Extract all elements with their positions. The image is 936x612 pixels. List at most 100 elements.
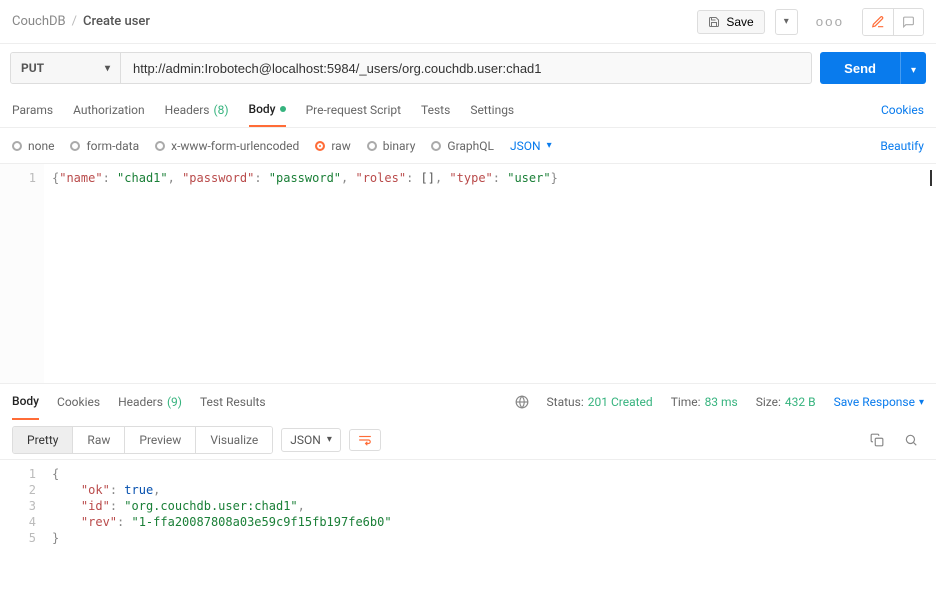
view-raw[interactable]: Raw xyxy=(72,427,124,453)
label: GraphQL xyxy=(447,139,494,153)
send-button[interactable]: Send xyxy=(820,52,900,84)
search-button[interactable] xyxy=(898,429,924,451)
chevron-down-icon: ▾ xyxy=(911,65,916,76)
save-caret-button[interactable]: ▾ xyxy=(775,9,798,35)
chevron-down-icon: ▾ xyxy=(327,434,332,445)
status-value: 201 Created xyxy=(588,395,653,409)
response-toolbar: Pretty Raw Preview Visualize JSON ▾ xyxy=(0,420,936,460)
body-type-none[interactable]: none xyxy=(12,139,54,153)
response-gutter: 12345 xyxy=(0,460,44,580)
response-body-viewer[interactable]: 12345 { "ok": true, "id": "org.couchdb.u… xyxy=(0,460,936,580)
breadcrumb-root[interactable]: CouchDB xyxy=(12,14,66,29)
resp-tab-headers[interactable]: Headers (9) xyxy=(118,384,182,420)
top-actions: Save ▾ ooo xyxy=(697,8,924,36)
cookies-link[interactable]: Cookies xyxy=(881,103,924,117)
breadcrumb: CouchDB / Create user xyxy=(12,14,150,29)
radio-icon xyxy=(367,141,377,151)
resp-tab-tests[interactable]: Test Results xyxy=(200,384,266,420)
chevron-down-icon: ▾ xyxy=(919,397,924,408)
view-tabs: Pretty Raw Preview Visualize xyxy=(12,426,273,454)
time-value: 83 ms xyxy=(705,395,738,409)
editor-code[interactable]: {"name": "chad1", "password": "password"… xyxy=(44,164,936,383)
body-type-binary[interactable]: binary xyxy=(367,139,416,153)
label: binary xyxy=(383,139,416,153)
radio-icon xyxy=(315,141,325,151)
tab-params[interactable]: Params xyxy=(12,92,53,127)
edit-button[interactable] xyxy=(863,9,893,35)
label: Save Response xyxy=(834,395,915,409)
headers-count: (8) xyxy=(214,103,229,117)
top-header: CouchDB / Create user Save ▾ ooo xyxy=(0,0,936,44)
resp-tab-cookies[interactable]: Cookies xyxy=(57,384,100,420)
request-row: PUT ▾ Send ▾ xyxy=(0,44,936,92)
chevron-down-icon: ▾ xyxy=(547,140,552,151)
copy-icon xyxy=(870,433,884,447)
network-icon[interactable] xyxy=(515,395,529,409)
response-header: Body Cookies Headers (9) Test Results St… xyxy=(0,384,936,420)
response-format-select[interactable]: JSON ▾ xyxy=(281,428,341,452)
send-caret-button[interactable]: ▾ xyxy=(900,52,926,84)
save-label: Save xyxy=(726,15,753,29)
status-block: Status: 201 Created xyxy=(547,395,653,409)
response-code[interactable]: { "ok": true, "id": "org.couchdb.user:ch… xyxy=(44,460,936,580)
comment-icon xyxy=(902,15,915,29)
beautify-link[interactable]: Beautify xyxy=(880,139,924,153)
request-body-editor[interactable]: 1 {"name": "chad1", "password": "passwor… xyxy=(0,164,936,384)
chevron-down-icon: ▾ xyxy=(105,63,110,74)
save-icon xyxy=(708,16,720,28)
comments-button[interactable] xyxy=(893,9,923,35)
search-icon xyxy=(904,433,918,447)
view-visualize[interactable]: Visualize xyxy=(195,427,272,453)
method-value: PUT xyxy=(21,61,44,75)
label: form-data xyxy=(86,139,139,153)
size-label: Size: xyxy=(756,395,781,409)
tab-body[interactable]: Body xyxy=(249,92,286,127)
view-pretty[interactable]: Pretty xyxy=(13,427,72,453)
time-label: Time: xyxy=(671,395,701,409)
more-actions-button[interactable]: ooo xyxy=(808,9,852,35)
tab-prerequest[interactable]: Pre-request Script xyxy=(306,92,401,127)
view-preview[interactable]: Preview xyxy=(124,427,195,453)
label: raw xyxy=(331,139,350,153)
editor-gutter: 1 xyxy=(0,164,44,383)
method-select[interactable]: PUT ▾ xyxy=(11,53,121,83)
wrap-toggle[interactable] xyxy=(349,429,381,451)
tab-tests[interactable]: Tests xyxy=(421,92,450,127)
resp-tab-body[interactable]: Body xyxy=(12,384,39,420)
breadcrumb-separator: / xyxy=(72,14,77,29)
tab-headers[interactable]: Headers (8) xyxy=(165,92,229,127)
send-button-group: Send ▾ xyxy=(820,52,926,84)
body-type-raw[interactable]: raw xyxy=(315,139,350,153)
text-cursor xyxy=(930,170,932,186)
chevron-down-icon: ▾ xyxy=(784,16,789,27)
request-tabs: Params Authorization Headers (8) Body Pr… xyxy=(0,92,936,128)
body-type-graphql[interactable]: GraphQL xyxy=(431,139,494,153)
pencil-icon xyxy=(871,15,885,29)
url-input[interactable] xyxy=(121,53,811,83)
time-block: Time: 83 ms xyxy=(671,395,738,409)
resp-headers-count: (9) xyxy=(167,395,182,409)
body-type-xwww[interactable]: x-www-form-urlencoded xyxy=(155,139,299,153)
body-type-row: none form-data x-www-form-urlencoded raw… xyxy=(0,128,936,164)
label: Headers xyxy=(118,395,163,409)
label: none xyxy=(28,139,54,153)
right-icon-pair xyxy=(862,8,924,36)
wrap-icon xyxy=(358,434,372,446)
status-label: Status: xyxy=(547,395,584,409)
tab-headers-label: Headers xyxy=(165,103,210,117)
tab-authorization[interactable]: Authorization xyxy=(73,92,145,127)
save-button[interactable]: Save xyxy=(697,10,764,34)
label: x-www-form-urlencoded xyxy=(171,139,299,153)
body-type-formdata[interactable]: form-data xyxy=(70,139,139,153)
save-response-button[interactable]: Save Response ▾ xyxy=(834,395,924,409)
tab-body-label: Body xyxy=(249,102,276,116)
modified-dot-icon xyxy=(280,106,286,112)
method-url-group: PUT ▾ xyxy=(10,52,812,84)
copy-button[interactable] xyxy=(864,429,890,451)
radio-icon xyxy=(70,141,80,151)
globe-icon xyxy=(515,395,529,409)
radio-icon xyxy=(431,141,441,151)
tab-settings[interactable]: Settings xyxy=(470,92,514,127)
radio-icon xyxy=(12,141,22,151)
body-format-select[interactable]: JSON▾ xyxy=(510,139,552,153)
